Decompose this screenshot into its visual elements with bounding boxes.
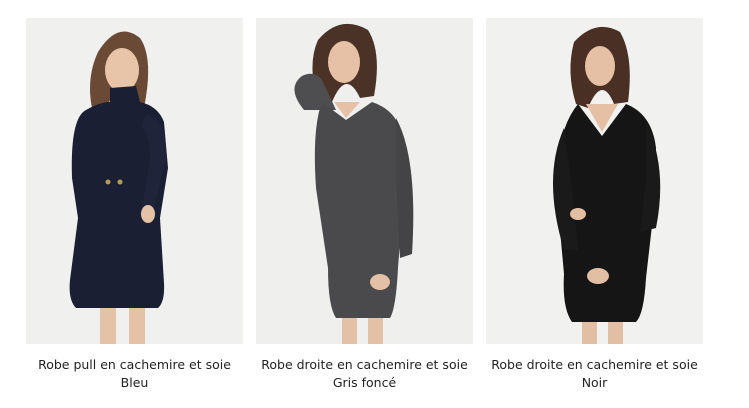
dress-photo-icon bbox=[486, 18, 703, 344]
product-name[interactable]: Robe droite en cachemire et soie bbox=[256, 356, 473, 374]
product-color: Gris foncé bbox=[332, 375, 397, 390]
product-card[interactable]: Robe droite en cachemire et soie Gris fo… bbox=[256, 18, 473, 392]
dress-photo-icon bbox=[256, 18, 473, 344]
product-grid: Robe pull en cachemire et soie Bleu Robe… bbox=[0, 0, 749, 408]
product-name[interactable]: Robe droite en cachemire et soie bbox=[486, 356, 703, 374]
product-caption[interactable]: Robe droite en cachemire et soie Noir bbox=[486, 356, 703, 392]
product-caption[interactable]: Robe droite en cachemire et soie Gris fo… bbox=[256, 356, 473, 392]
product-color: Noir bbox=[581, 375, 608, 390]
product-name[interactable]: Robe pull en cachemire et soie bbox=[26, 356, 243, 374]
product-card[interactable]: Robe pull en cachemire et soie Bleu bbox=[26, 18, 243, 392]
product-card[interactable]: Robe droite en cachemire et soie Noir bbox=[486, 18, 703, 392]
product-caption[interactable]: Robe pull en cachemire et soie Bleu bbox=[26, 356, 243, 392]
product-color: Bleu bbox=[120, 375, 149, 390]
product-image-link[interactable] bbox=[26, 18, 243, 344]
dress-photo-icon bbox=[26, 18, 243, 344]
product-image-link[interactable] bbox=[486, 18, 703, 344]
product-image-link[interactable] bbox=[256, 18, 473, 344]
